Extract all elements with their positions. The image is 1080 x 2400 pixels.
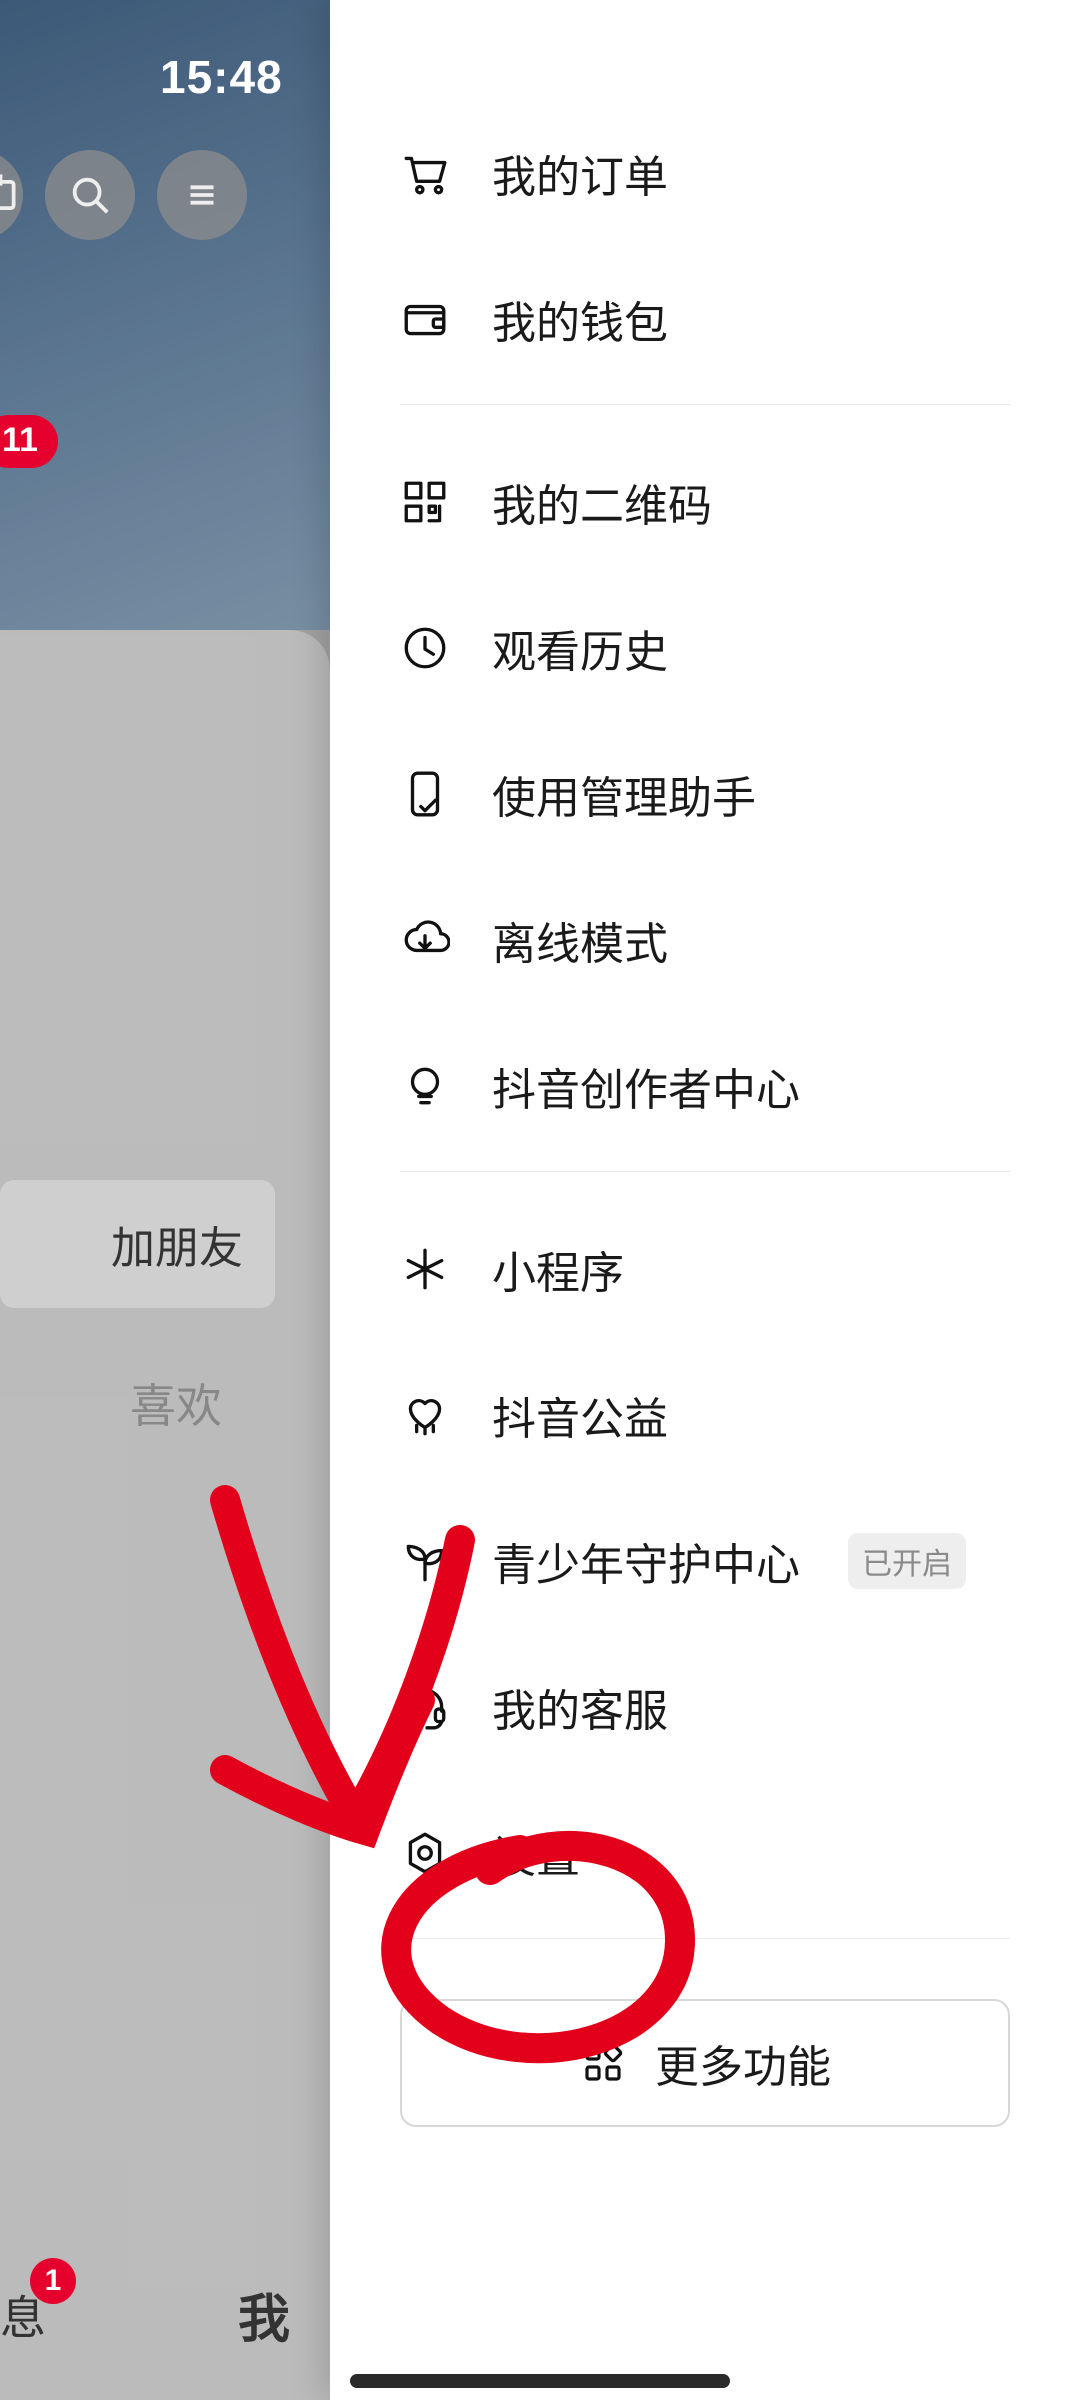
menu-item-label: 使用管理助手	[492, 762, 756, 826]
wallet-icon	[400, 294, 450, 344]
phone-check-icon	[400, 769, 450, 819]
menu-divider	[400, 1938, 1010, 1939]
more-features-label: 更多功能	[655, 2031, 831, 2095]
menu-item-label: 我的订单	[492, 141, 668, 205]
new-window-button[interactable]	[0, 150, 23, 240]
qrcode-icon	[400, 477, 450, 527]
home-indicator[interactable]	[350, 2374, 730, 2388]
menu-item-label: 我的二维码	[492, 470, 712, 534]
menu-item-settings[interactable]: 设置	[330, 1780, 1080, 1926]
bottom-nav: 息 1 我	[0, 2277, 330, 2352]
menu-button[interactable]	[157, 150, 247, 240]
menu-item-miniprogram[interactable]: 小程序	[330, 1196, 1080, 1342]
menu-item-label: 我的客服	[492, 1675, 668, 1739]
nav-item-messages[interactable]: 息 1	[0, 2282, 46, 2348]
new-window-icon	[0, 172, 23, 218]
sprout-icon	[400, 1536, 450, 1586]
cart-icon	[400, 148, 450, 198]
menu-item-usage-assistant[interactable]: 使用管理助手	[330, 721, 1080, 867]
menu-divider	[400, 1171, 1010, 1172]
headset-icon	[400, 1682, 450, 1732]
menu-item-qrcode[interactable]: 我的二维码	[330, 429, 1080, 575]
status-bar-time: 15:48	[160, 50, 283, 104]
menu-item-wallet[interactable]: 我的钱包	[330, 246, 1080, 392]
settings-icon	[400, 1828, 450, 1878]
menu-divider	[400, 404, 1010, 405]
tab-like[interactable]: 喜欢	[130, 1370, 222, 1436]
menu-item-creator-center[interactable]: 抖音创作者中心	[330, 1013, 1080, 1159]
search-icon	[67, 172, 113, 218]
search-button[interactable]	[45, 150, 135, 240]
side-drawer: 我的订单 我的钱包 我的二维码 观看历史 使用管理助手	[330, 0, 1080, 2400]
menu-item-label: 青少年守护中心	[492, 1529, 800, 1593]
menu-item-offline[interactable]: 离线模式	[330, 867, 1080, 1013]
grid-plus-icon	[579, 2039, 627, 2087]
menu-item-charity[interactable]: 抖音公益	[330, 1342, 1080, 1488]
menu-item-label: 观看历史	[492, 616, 668, 680]
cloud-download-icon	[400, 915, 450, 965]
menu-item-label: 小程序	[492, 1237, 624, 1301]
notification-badge[interactable]: 11	[0, 415, 58, 468]
menu-item-label: 抖音公益	[492, 1383, 668, 1447]
more-features-button[interactable]: 更多功能	[400, 1999, 1010, 2127]
top-icon-row	[0, 150, 247, 240]
add-friend-button[interactable]: 加朋友	[0, 1180, 275, 1308]
nav-item-me[interactable]: 我	[238, 2277, 290, 2352]
lightbulb-icon	[400, 1061, 450, 1111]
menu-item-label: 设置	[492, 1821, 580, 1885]
menu-item-label: 离线模式	[492, 908, 668, 972]
menu-item-label: 抖音创作者中心	[492, 1054, 800, 1118]
spark-icon	[400, 1244, 450, 1294]
menu-item-teen-protection[interactable]: 青少年守护中心 已开启	[330, 1488, 1080, 1634]
menu-item-label: 我的钱包	[492, 287, 668, 351]
teen-mode-status-tag: 已开启	[848, 1533, 966, 1589]
menu-item-customer-service[interactable]: 我的客服	[330, 1634, 1080, 1780]
menu-item-history[interactable]: 观看历史	[330, 575, 1080, 721]
clock-icon	[400, 623, 450, 673]
hamburger-icon	[179, 172, 225, 218]
app-root: 15:48 11 加朋友 喜欢 息 1 我	[0, 0, 1080, 2400]
heart-hands-icon	[400, 1390, 450, 1440]
nav-messages-badge: 1	[30, 2258, 76, 2304]
menu-item-orders[interactable]: 我的订单	[330, 100, 1080, 246]
